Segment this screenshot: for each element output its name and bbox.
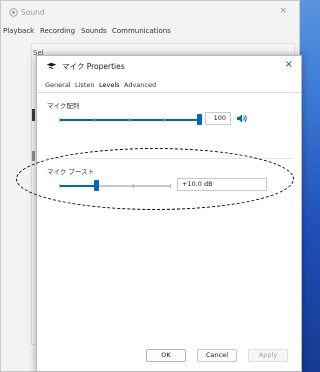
- slider-thumb[interactable]: [197, 114, 202, 125]
- tab-communications[interactable]: Communications: [112, 27, 171, 35]
- tab-general[interactable]: General: [45, 81, 71, 89]
- microphone-boost-value: +10.0 dB: [177, 178, 267, 191]
- ok-button[interactable]: OK: [146, 349, 186, 362]
- slider-thumb[interactable]: [94, 180, 99, 191]
- microphone-level-slider[interactable]: [59, 114, 202, 125]
- microphone-level-value[interactable]: 100: [205, 112, 231, 125]
- tab-listen[interactable]: Listen: [75, 81, 94, 89]
- microphone-boost-group: マイク ブースト +10.0 dB: [45, 166, 293, 202]
- microphone-boost-slider[interactable]: [59, 180, 171, 191]
- sound-close-icon[interactable]: ×: [279, 6, 287, 16]
- slider-tick: [129, 118, 130, 122]
- tab-sounds[interactable]: Sounds: [81, 27, 107, 35]
- properties-dialog: マイク Properties × General Listen Levels A…: [36, 55, 302, 372]
- microphone-array-label: マイク配列: [47, 102, 80, 110]
- sound-window-title: Sound: [21, 8, 45, 17]
- list-fragment: [32, 109, 35, 121]
- speaker-icon: [9, 8, 18, 17]
- tab-playback[interactable]: Playback: [3, 27, 34, 35]
- section-divider: [45, 158, 293, 159]
- properties-title-bar: マイク Properties ×: [37, 56, 301, 76]
- properties-title: マイク Properties: [62, 62, 125, 71]
- slider-fill: [59, 185, 96, 187]
- properties-close-icon[interactable]: ×: [285, 59, 293, 70]
- apply-button[interactable]: Apply: [248, 349, 288, 362]
- microphone-icon: [46, 62, 57, 69]
- volume-icon[interactable]: [236, 113, 248, 124]
- slider-tick: [164, 118, 165, 122]
- slider-tick: [94, 118, 95, 122]
- cancel-button[interactable]: Cancel: [197, 349, 237, 362]
- microphone-boost-label: マイク ブースト: [47, 168, 95, 176]
- slider-tick: [170, 184, 171, 188]
- properties-tab-bar: General Listen Levels Advanced: [37, 80, 301, 93]
- tab-recording[interactable]: Recording: [40, 27, 75, 35]
- tab-levels[interactable]: Levels: [99, 81, 120, 89]
- slider-tick: [59, 184, 60, 188]
- slider-tick: [133, 184, 134, 188]
- slider-tick: [59, 118, 60, 122]
- sound-title-bar: Sound ×: [1, 1, 299, 23]
- microphone-level-group: マイク配列 100: [45, 100, 293, 140]
- tab-advanced[interactable]: Advanced: [124, 81, 156, 89]
- list-fragment: [32, 151, 35, 161]
